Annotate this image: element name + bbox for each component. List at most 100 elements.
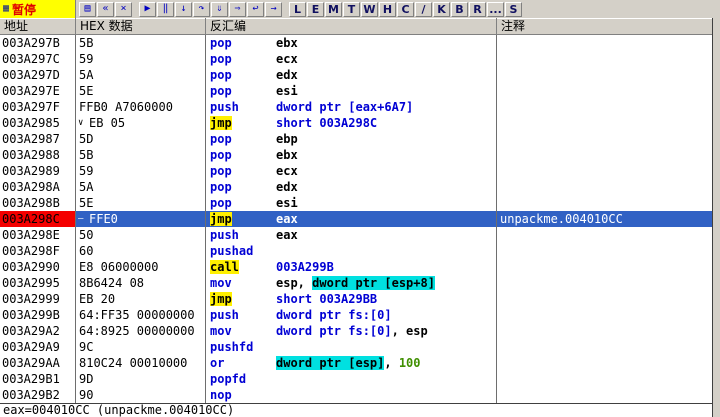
comment-cell[interactable]: [497, 339, 712, 355]
address-cell[interactable]: 003A297B: [0, 35, 76, 51]
comment-cell[interactable]: [497, 195, 712, 211]
address-cell[interactable]: 003A29AA: [0, 355, 76, 371]
comment-cell[interactable]: [497, 99, 712, 115]
address-cell[interactable]: 003A297F: [0, 99, 76, 115]
window-button-/[interactable]: /: [415, 2, 432, 17]
comment-cell[interactable]: [497, 147, 712, 163]
disassembly-cell[interactable]: popecx: [206, 51, 497, 67]
address-cell[interactable]: 003A2989: [0, 163, 76, 179]
window-button-R[interactable]: R: [469, 2, 486, 17]
hex-bytes-cell[interactable]: 5B: [76, 35, 206, 51]
comment-cell[interactable]: [497, 275, 712, 291]
comment-cell[interactable]: [497, 67, 712, 83]
hex-bytes-cell[interactable]: 59: [76, 163, 206, 179]
hex-bytes-cell[interactable]: 8B6424 08: [76, 275, 206, 291]
disasm-row[interactable]: 003A2990E8 06000000call003A299B: [0, 259, 712, 275]
restart-button[interactable]: «: [97, 2, 114, 17]
comment-cell[interactable]: [497, 227, 712, 243]
hex-bytes-cell[interactable]: 9D: [76, 371, 206, 387]
hex-bytes-cell[interactable]: 9C: [76, 339, 206, 355]
hex-bytes-cell[interactable]: 50: [76, 227, 206, 243]
window-button-K[interactable]: K: [433, 2, 450, 17]
hex-bytes-cell[interactable]: 90: [76, 387, 206, 403]
disasm-row[interactable]: 003A297D5Apopedx: [0, 67, 712, 83]
address-cell[interactable]: 003A2990: [0, 259, 76, 275]
column-header-address[interactable]: 地址: [0, 18, 76, 34]
disasm-row[interactable]: 003A29AA810C24 00010000ordword ptr [esp]…: [0, 355, 712, 371]
comment-cell[interactable]: [497, 51, 712, 67]
comment-cell[interactable]: [497, 355, 712, 371]
hex-bytes-cell[interactable]: 810C24 00010000: [76, 355, 206, 371]
address-cell[interactable]: 003A2988: [0, 147, 76, 163]
disassembly-cell[interactable]: popebx: [206, 35, 497, 51]
disassembly-cell[interactable]: movesp, dword ptr [esp+8]: [206, 275, 497, 291]
address-cell[interactable]: 003A298A: [0, 179, 76, 195]
comment-cell[interactable]: [497, 307, 712, 323]
disasm-row[interactable]: 003A298F60pushad: [0, 243, 712, 259]
disasm-row[interactable]: 003A29A99Cpushfd: [0, 339, 712, 355]
address-cell[interactable]: 003A297D: [0, 67, 76, 83]
comment-cell[interactable]: [497, 387, 712, 403]
comment-cell[interactable]: [497, 243, 712, 259]
disassembly-cell[interactable]: pushfd: [206, 339, 497, 355]
disassembly-cell[interactable]: popedx: [206, 179, 497, 195]
disasm-row[interactable]: 003A29885Bpopebx: [0, 147, 712, 163]
disassembly-cell[interactable]: jmpshort 003A29BB: [206, 291, 497, 307]
disasm-row[interactable]: 003A297E5Epopesi: [0, 83, 712, 99]
disasm-row[interactable]: 003A297B5Bpopebx: [0, 35, 712, 51]
address-cell[interactable]: 003A29A2: [0, 323, 76, 339]
disassembly-cell[interactable]: pusheax: [206, 227, 497, 243]
disasm-row[interactable]: 003A297FFFB0 A7060000pushdword ptr [eax+…: [0, 99, 712, 115]
disasm-row[interactable]: 003A298959popecx: [0, 163, 712, 179]
run-button[interactable]: ▶: [139, 2, 156, 17]
disasm-row[interactable]: 003A29875Dpopebp: [0, 131, 712, 147]
comment-cell[interactable]: [497, 259, 712, 275]
disasm-row[interactable]: 003A29B290nop: [0, 387, 712, 403]
window-button-B[interactable]: B: [451, 2, 468, 17]
window-button-H[interactable]: H: [379, 2, 396, 17]
hex-bytes-cell[interactable]: 5E: [76, 195, 206, 211]
address-cell[interactable]: 003A297C: [0, 51, 76, 67]
address-cell[interactable]: 003A298F: [0, 243, 76, 259]
window-button-T[interactable]: T: [343, 2, 360, 17]
disasm-row[interactable]: 003A298B5Epopesi: [0, 195, 712, 211]
window-button-...[interactable]: ...: [487, 2, 504, 17]
disassembly-cell[interactable]: popecx: [206, 163, 497, 179]
disasm-row[interactable]: 003A298A5Apopedx: [0, 179, 712, 195]
address-cell-breakpoint[interactable]: 003A298C: [0, 211, 76, 227]
comment-cell[interactable]: [497, 291, 712, 307]
close-button[interactable]: ×: [115, 2, 132, 17]
disasm-row[interactable]: 003A29958B6424 08movesp, dword ptr [esp+…: [0, 275, 712, 291]
disasm-row[interactable]: 003A298C–FFE0jmpeaxunpackme.004010CC: [0, 211, 712, 227]
address-cell[interactable]: 003A298B: [0, 195, 76, 211]
disassembly-cell[interactable]: popfd: [206, 371, 497, 387]
comment-cell[interactable]: [497, 83, 712, 99]
comment-cell[interactable]: [497, 131, 712, 147]
hex-bytes-cell[interactable]: ∨EB 05: [76, 115, 206, 131]
window-button-W[interactable]: W: [361, 2, 378, 17]
disassembly-cell[interactable]: ordword ptr [esp], 100: [206, 355, 497, 371]
comment-cell[interactable]: [497, 35, 712, 51]
disassembly-cell[interactable]: popebp: [206, 131, 497, 147]
hex-bytes-cell[interactable]: E8 06000000: [76, 259, 206, 275]
address-cell[interactable]: 003A298E: [0, 227, 76, 243]
hex-bytes-cell[interactable]: 64:8925 00000000: [76, 323, 206, 339]
disassembly-cell[interactable]: popedx: [206, 67, 497, 83]
disasm-row[interactable]: 003A29B19Dpopfd: [0, 371, 712, 387]
disassembly-cell[interactable]: popesi: [206, 83, 497, 99]
comment-cell[interactable]: [497, 371, 712, 387]
hex-bytes-cell[interactable]: 60: [76, 243, 206, 259]
address-cell[interactable]: 003A2999: [0, 291, 76, 307]
address-cell[interactable]: 003A297E: [0, 83, 76, 99]
column-header-disassembly[interactable]: 反汇编: [206, 18, 497, 34]
disasm-row[interactable]: 003A299B64:FF35 00000000pushdword ptr fs…: [0, 307, 712, 323]
hex-bytes-cell[interactable]: –FFE0: [76, 211, 206, 227]
window-button-S[interactable]: S: [505, 2, 522, 17]
info-pane[interactable]: eax=004010CC (unpackme.004010CC): [0, 403, 712, 417]
pause-button[interactable]: ‖: [157, 2, 174, 17]
hex-bytes-cell[interactable]: 59: [76, 51, 206, 67]
address-cell[interactable]: 003A2985: [0, 115, 76, 131]
address-cell[interactable]: 003A2987: [0, 131, 76, 147]
hex-bytes-cell[interactable]: 5D: [76, 131, 206, 147]
window-button-M[interactable]: M: [325, 2, 342, 17]
